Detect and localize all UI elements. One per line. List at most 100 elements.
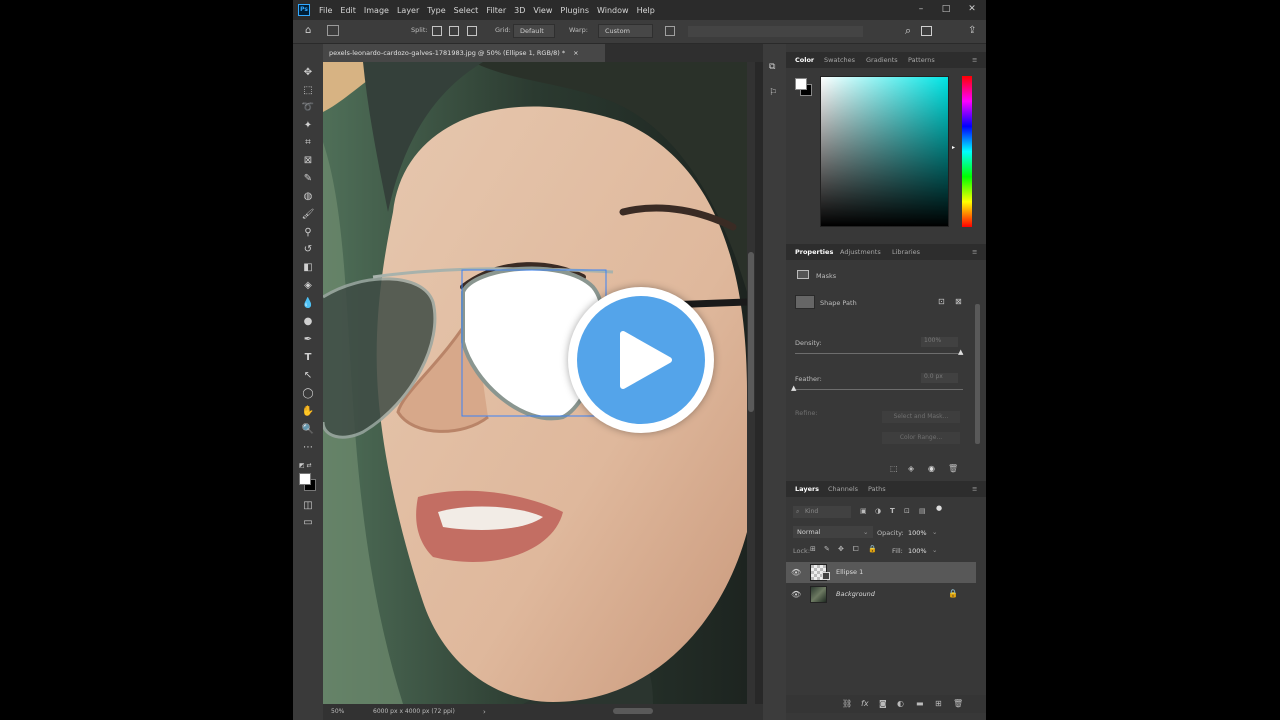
add-pixel-mask-icon[interactable]: ⊡ (938, 297, 945, 306)
add-vector-mask-icon[interactable]: ⊠ (955, 297, 962, 306)
menu-image[interactable]: Image (364, 6, 389, 15)
menu-window[interactable]: Window (597, 6, 629, 15)
apply-mask-icon[interactable]: ◈ (908, 464, 914, 473)
filter-shape-icon[interactable]: ⊡ (904, 507, 910, 515)
maximize-icon[interactable]: □ (933, 0, 959, 20)
fill-chevron-icon[interactable]: ⌄ (932, 546, 937, 554)
brush-settings-icon[interactable]: ⚐ (769, 88, 777, 98)
history-brush-icon[interactable]: ↺ (301, 243, 315, 257)
feather-slider-track[interactable] (795, 389, 963, 390)
frame-tool-icon[interactable]: ⊠ (301, 154, 315, 168)
share-icon[interactable]: ⇪ (968, 25, 976, 36)
workspace-icon[interactable] (921, 26, 932, 36)
eye-icon[interactable]: 👁 (791, 590, 801, 599)
tab-adjustments[interactable]: Adjustments (840, 244, 881, 260)
feather-value[interactable]: 0.0 px (921, 373, 958, 383)
lock-image-icon[interactable]: ✎ (824, 545, 830, 553)
warp-orientation-icon[interactable] (665, 26, 675, 36)
grid-select[interactable]: Default (513, 24, 555, 38)
vertical-scrollbar[interactable] (747, 62, 755, 704)
status-chevron-icon[interactable]: › (483, 708, 486, 716)
select-and-mask-button[interactable]: Select and Mask... (882, 411, 960, 423)
type-tool-icon[interactable]: T (301, 351, 315, 365)
blend-mode-select[interactable]: Normal ⌄ (793, 526, 873, 538)
vertical-scroll-thumb[interactable] (748, 252, 754, 412)
menu-filter[interactable]: Filter (486, 6, 506, 15)
lock-all-icon[interactable]: 🔒 (868, 545, 877, 553)
path-selection-icon[interactable]: ↖ (301, 369, 315, 383)
color-picker-field[interactable] (820, 76, 949, 227)
menu-view[interactable]: View (533, 6, 552, 15)
clone-stamp-icon[interactable]: ⚲ (301, 226, 315, 240)
color-foreground-swatch[interactable] (795, 78, 807, 90)
tab-color[interactable]: Color (795, 52, 814, 68)
tab-properties[interactable]: Properties (795, 244, 833, 260)
tab-channels[interactable]: Channels (828, 481, 858, 497)
split-grid-icon[interactable] (432, 26, 442, 36)
pen-tool-icon[interactable]: ✒ (301, 333, 315, 347)
filter-toggle-icon[interactable]: ● (936, 504, 942, 512)
split-horizontal-icon[interactable] (467, 26, 477, 36)
tab-gradients[interactable]: Gradients (866, 52, 898, 68)
eye-icon[interactable]: 👁 (791, 568, 801, 577)
play-button[interactable] (568, 287, 714, 433)
opacity-value[interactable]: 100% (908, 529, 927, 537)
visibility-icon[interactable]: ◉ (928, 464, 935, 473)
foreground-color-swatch[interactable] (299, 473, 311, 485)
feather-slider-thumb[interactable]: ▲ (791, 384, 796, 392)
density-value[interactable]: 100% (921, 337, 958, 347)
document-tab[interactable]: pexels-leonardo-cardozo-galves-1781983.j… (323, 44, 605, 62)
eraser-tool-icon[interactable]: ◧ (301, 261, 315, 275)
eyedropper-tool-icon[interactable]: ✎ (301, 172, 315, 186)
horizontal-scroll-thumb[interactable] (613, 708, 653, 714)
lock-position-icon[interactable]: ✥ (838, 545, 844, 553)
zoom-level[interactable]: 50% (331, 708, 344, 715)
crop-tool-icon[interactable]: ⌗ (301, 136, 315, 150)
brush-tool-icon[interactable]: 🖌 (301, 208, 315, 222)
menu-type[interactable]: Type (427, 6, 445, 15)
tab-close-icon[interactable]: × (573, 49, 578, 57)
properties-scroll-thumb[interactable] (975, 304, 980, 444)
menu-plugins[interactable]: Plugins (560, 6, 589, 15)
filter-type-icon[interactable]: T (890, 507, 895, 515)
marquee-tool-icon[interactable]: ⬚ (301, 84, 315, 98)
filter-smart-object-icon[interactable]: ▤ (919, 507, 926, 515)
density-slider-thumb[interactable]: ▲ (958, 348, 963, 356)
dodge-tool-icon[interactable]: ● (301, 315, 315, 329)
new-group-icon[interactable]: ▬ (916, 699, 924, 708)
adjustment-layer-icon[interactable]: ◐ (897, 699, 904, 708)
screen-mode-icon[interactable]: ▭ (301, 516, 315, 530)
lock-transparent-icon[interactable]: ⊞ (810, 545, 816, 553)
hand-tool-icon[interactable]: ✋ (301, 405, 315, 419)
new-layer-icon[interactable]: ⊞ (935, 699, 942, 708)
delete-mask-icon[interactable]: 🗑 (948, 464, 958, 473)
add-mask-icon[interactable]: ◙ (879, 699, 887, 708)
warp-select[interactable]: Custom (598, 24, 653, 38)
blur-tool-icon[interactable]: 💧 (301, 297, 315, 311)
fill-value[interactable]: 100% (908, 547, 927, 555)
tab-patterns[interactable]: Patterns (908, 52, 935, 68)
home-icon[interactable]: ⌂ (305, 25, 311, 36)
menu-help[interactable]: Help (637, 6, 655, 15)
menu-layer[interactable]: Layer (397, 6, 419, 15)
paint-bucket-icon[interactable]: ◈ (301, 279, 315, 293)
menu-3d[interactable]: 3D (514, 6, 525, 15)
color-range-button[interactable]: Color Range... (882, 432, 960, 444)
zoom-tool-icon[interactable]: 🔍 (301, 423, 315, 437)
layer-row-background[interactable]: 👁 Background 🔒 (786, 584, 976, 605)
menu-file[interactable]: File (319, 6, 332, 15)
search-icon[interactable]: ⌕ (905, 24, 911, 38)
lasso-tool-icon[interactable]: ➰ (301, 101, 315, 115)
tab-libraries[interactable]: Libraries (892, 244, 920, 260)
layer-filter-input[interactable]: ⌕ Kind (793, 506, 851, 518)
move-tool-icon[interactable]: ✥ (301, 66, 315, 80)
panel-menu-icon[interactable]: ≡ (972, 52, 977, 68)
link-layers-icon[interactable]: ⛓ (842, 699, 852, 708)
more-tools-icon[interactable]: ⋯ (301, 441, 315, 455)
hue-slider[interactable] (962, 76, 972, 227)
load-selection-icon[interactable]: ⬚ (890, 464, 898, 473)
lock-artboard-icon[interactable]: ⧠ (853, 545, 859, 554)
ellipse-tool-icon[interactable]: ◯ (301, 387, 315, 401)
layer-style-icon[interactable]: fx (861, 699, 869, 708)
opacity-chevron-icon[interactable]: ⌄ (932, 528, 937, 536)
